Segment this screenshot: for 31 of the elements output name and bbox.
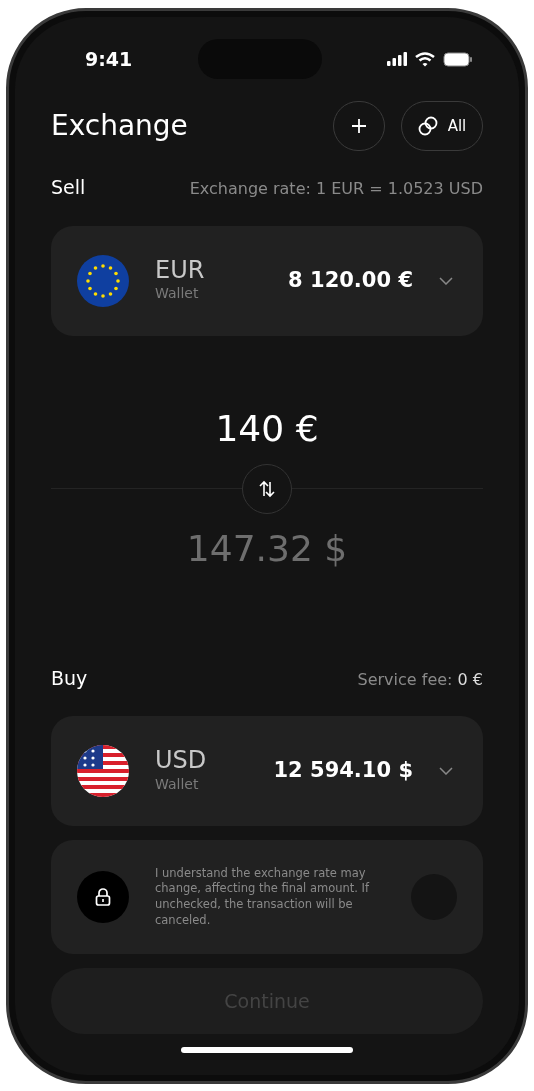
- section-label: Buy: [51, 665, 88, 691]
- wallet-label: Wallet: [155, 774, 200, 794]
- swap-button[interactable]: [242, 463, 292, 514]
- plus-icon: [351, 118, 367, 134]
- eu-flag-icon: [77, 254, 129, 307]
- us-flag-icon: [77, 745, 129, 797]
- sell-amount: 140 €: [214, 406, 320, 451]
- page-title: Exchange: [51, 108, 188, 144]
- chevron-down-icon: [439, 767, 453, 775]
- chevron-down-icon: [439, 276, 453, 285]
- wallet-balance: 12 594.10 $: [273, 757, 413, 785]
- consent-text: I understand the exchange rate may change, affecting the final amount. If unchecked, the transaction will be canceled.: [155, 865, 371, 929]
- wallet-balance: 8 120.00 €: [288, 266, 413, 294]
- filter-button[interactable]: All: [401, 101, 483, 151]
- battery-icon: [443, 51, 473, 67]
- wallet-selector[interactable]: USD Wallet 12 594.10 $: [51, 716, 483, 826]
- service-fee: Service fee: 0 €: [357, 668, 483, 691]
- currency-code: EUR: [155, 256, 205, 284]
- section-label: Sell: [51, 175, 86, 200]
- signal-icon: [387, 52, 407, 66]
- wifi-icon: [415, 51, 435, 67]
- wallet-selector[interactable]: EUR Wallet 8 120.00 €: [51, 225, 483, 336]
- currency-code: USD: [155, 747, 207, 774]
- wallet-label: Wallet: [155, 284, 200, 304]
- lock-icon: [95, 888, 111, 906]
- exchange-rate: Exchange rate: 1 EUR = 1.0523 USD: [189, 178, 483, 200]
- add-button[interactable]: [333, 101, 385, 151]
- swap-arrows-icon: [258, 479, 276, 498]
- clock-time: 9:41: [85, 46, 133, 72]
- buy-amount: 147.32 $: [185, 526, 349, 571]
- linked-circles-icon: [417, 116, 438, 136]
